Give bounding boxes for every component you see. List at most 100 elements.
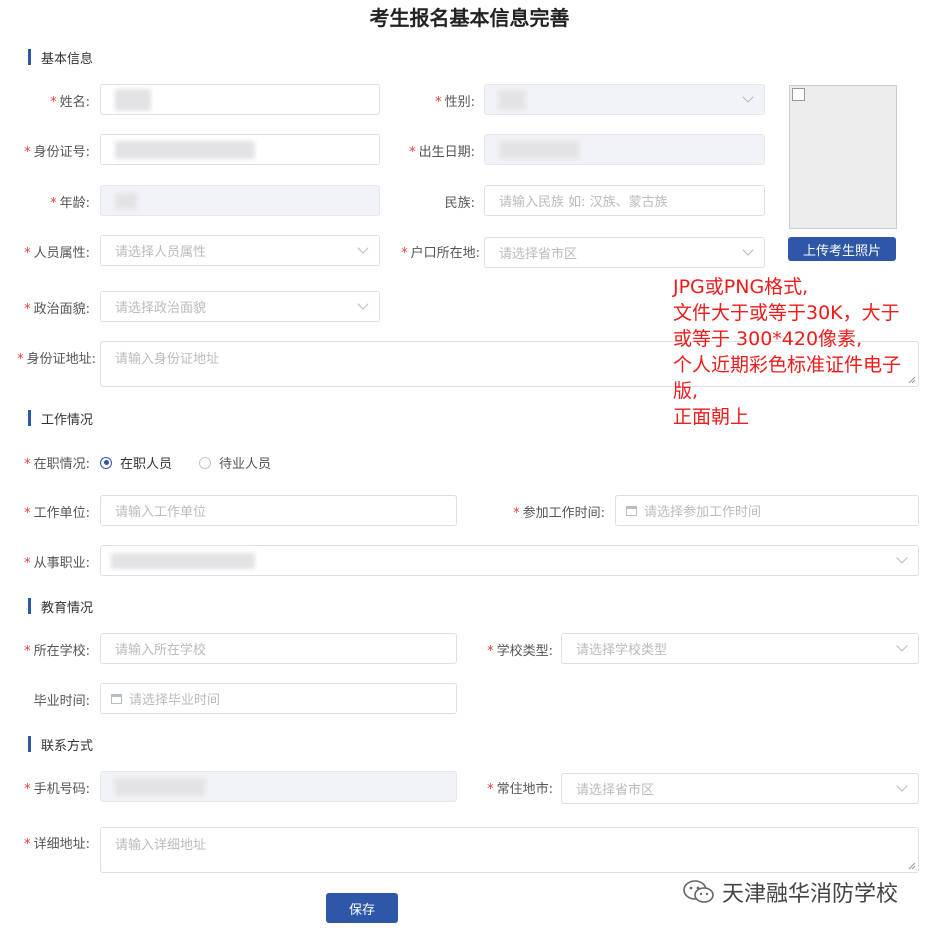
note-line: 或等于 300*420像素, xyxy=(673,328,863,350)
ethnicity-input[interactable]: 请输入民族 如: 汉族、蒙古族 xyxy=(484,185,765,216)
note-line: 文件大于或等于30K，大于 xyxy=(673,302,900,324)
name-label: * 姓名: xyxy=(50,95,90,110)
birth-date-input[interactable] xyxy=(484,134,765,165)
watermark: 天津融华消防学校 xyxy=(682,876,898,908)
gender-select[interactable] xyxy=(484,84,765,115)
school-input[interactable]: 请输入所在学校 xyxy=(100,633,457,664)
political-label: * 政治面貌: xyxy=(24,302,90,317)
school-label: * 所在学校: xyxy=(24,644,90,659)
graduation-label: 毕业时间: xyxy=(33,694,90,709)
ethnicity-placeholder: 请输入民族 如: 汉族、蒙古族 xyxy=(499,195,668,210)
section-work: 工作情况 xyxy=(28,409,94,428)
calendar-icon xyxy=(626,505,637,516)
school-type-label: * 学校类型: xyxy=(487,644,553,659)
hukou-label: * 户口所在地: xyxy=(401,246,480,261)
school-placeholder: 请输入所在学校 xyxy=(115,643,207,658)
page-title: 考生报名基本信息完善 xyxy=(369,6,570,30)
graduation-date-picker[interactable]: 请选择毕业时间 xyxy=(100,683,457,714)
id-address-label: * 身份证地址: xyxy=(17,352,96,367)
photo-preview xyxy=(789,85,897,229)
photo-placeholder-icon xyxy=(792,88,805,101)
political-select[interactable]: 请选择政治面貌 xyxy=(100,291,380,322)
work-unit-label: * 工作单位: xyxy=(24,506,90,521)
id-number-input[interactable] xyxy=(100,134,380,165)
redacted-value xyxy=(499,89,525,110)
id-number-label: * 身份证号: xyxy=(24,145,90,160)
work-unit-placeholder: 请输入工作单位 xyxy=(115,505,207,520)
wechat-icon xyxy=(683,880,714,903)
save-button[interactable]: 保存 xyxy=(326,893,398,923)
redacted-value xyxy=(115,88,151,111)
section-title: 工作情况 xyxy=(41,412,94,428)
photo-requirements-note: JPG或PNG格式, 文件大于或等于30K，大于 或等于 300*420像素, … xyxy=(673,274,935,430)
occupation-label: * 从事职业: xyxy=(24,556,90,571)
work-unit-input[interactable]: 请输入工作单位 xyxy=(100,495,457,526)
address-textarea[interactable]: 请输入详细地址 xyxy=(100,827,919,873)
residence-select[interactable]: 请选择省市区 xyxy=(561,773,919,804)
note-line: 版, xyxy=(673,380,699,402)
radio-icon xyxy=(100,456,112,469)
school-type-placeholder: 请选择学校类型 xyxy=(576,643,668,658)
address-label: * 详细地址: xyxy=(24,837,90,852)
redacted-value xyxy=(115,140,255,159)
radio-label: 在职人员 xyxy=(120,457,173,472)
phone-label: * 手机号码: xyxy=(24,782,90,797)
chevron-down-icon xyxy=(742,244,754,256)
residence-placeholder: 请选择省市区 xyxy=(576,783,655,798)
person-type-select[interactable]: 请选择人员属性 xyxy=(100,235,380,266)
chevron-down-icon xyxy=(896,780,908,792)
radio-label: 待业人员 xyxy=(219,457,272,472)
gender-label: * 性别: xyxy=(435,95,475,110)
note-line: JPG或PNG格式, xyxy=(673,276,809,298)
section-marker xyxy=(28,736,31,752)
residence-label: * 常住地市: xyxy=(487,782,553,797)
redacted-value xyxy=(115,192,137,209)
radio-icon xyxy=(199,456,211,469)
age-label: * 年龄: xyxy=(50,196,90,211)
id-address-placeholder: 请输入身份证地址 xyxy=(115,352,220,367)
section-marker xyxy=(28,598,31,614)
chevron-down-icon xyxy=(896,552,908,564)
upload-photo-button[interactable]: 上传考生照片 xyxy=(788,237,896,261)
political-placeholder: 请选择政治面貌 xyxy=(115,301,207,316)
phone-input[interactable] xyxy=(100,771,457,802)
watermark-text: 天津融华消防学校 xyxy=(722,882,899,907)
work-start-placeholder: 请选择参加工作时间 xyxy=(644,505,762,520)
note-line: 个人近期彩色标准证件电子 xyxy=(673,354,902,376)
address-placeholder: 请输入详细地址 xyxy=(115,838,207,853)
resize-handle-icon[interactable] xyxy=(908,862,916,870)
chevron-down-icon xyxy=(896,640,908,652)
ethnicity-label: 民族: xyxy=(444,196,475,211)
hukou-placeholder: 请选择省市区 xyxy=(499,247,578,262)
section-education: 教育情况 xyxy=(28,597,94,616)
chevron-down-icon xyxy=(357,298,369,310)
section-title: 基本信息 xyxy=(41,51,94,67)
hukou-select[interactable]: 请选择省市区 xyxy=(484,237,765,268)
age-input[interactable] xyxy=(100,185,380,216)
section-basic-info: 基本信息 xyxy=(28,48,94,67)
radio-unemployed[interactable]: 待业人员 xyxy=(199,453,271,472)
section-marker xyxy=(28,410,31,426)
chevron-down-icon xyxy=(357,242,369,254)
chevron-down-icon xyxy=(742,91,754,103)
graduation-placeholder: 请选择毕业时间 xyxy=(129,693,221,708)
name-input[interactable] xyxy=(100,84,380,115)
work-start-date-picker[interactable]: 请选择参加工作时间 xyxy=(615,495,919,526)
radio-employed[interactable]: 在职人员 xyxy=(100,453,172,472)
work-start-label: * 参加工作时间: xyxy=(513,506,605,521)
section-contact: 联系方式 xyxy=(28,735,94,754)
employment-status-label: * 在职情况: xyxy=(24,457,90,472)
redacted-value xyxy=(115,777,205,796)
occupation-select[interactable] xyxy=(100,545,919,576)
section-marker xyxy=(28,49,31,65)
person-type-placeholder: 请选择人员属性 xyxy=(115,245,207,260)
school-type-select[interactable]: 请选择学校类型 xyxy=(561,633,919,664)
person-type-label: * 人员属性: xyxy=(24,246,90,261)
note-line: 正面朝上 xyxy=(673,406,750,428)
redacted-value xyxy=(499,140,579,159)
calendar-icon xyxy=(111,693,122,704)
section-title: 教育情况 xyxy=(41,600,94,616)
birth-date-label: * 出生日期: xyxy=(409,145,475,160)
redacted-value xyxy=(111,552,255,569)
section-title: 联系方式 xyxy=(41,738,94,754)
